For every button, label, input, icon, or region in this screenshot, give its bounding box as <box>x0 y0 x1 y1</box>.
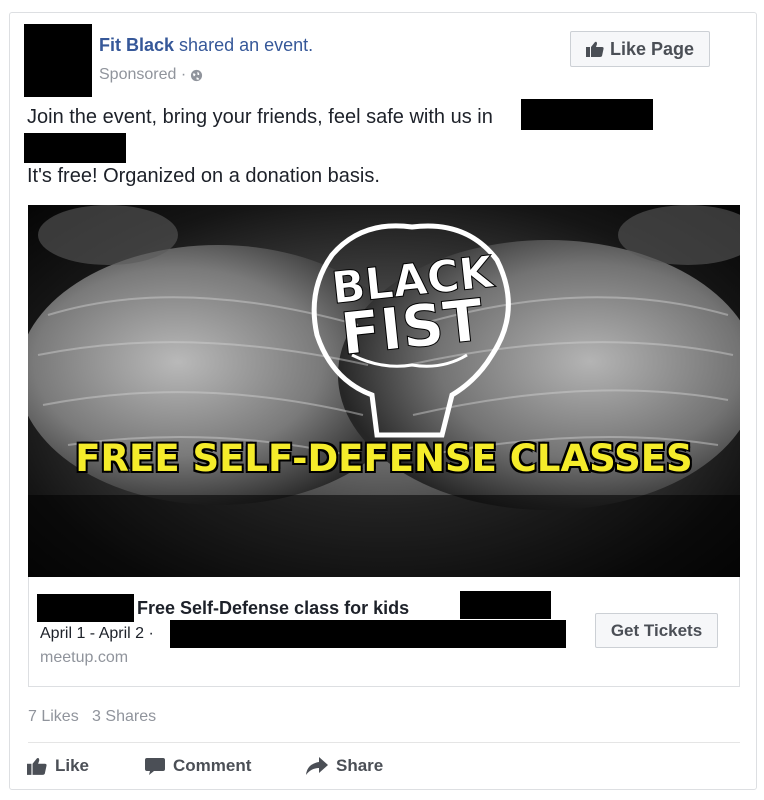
like-page-label: Like Page <box>609 38 695 59</box>
author-name-link[interactable]: Fit Black <box>99 35 174 55</box>
likes-count-link[interactable]: 7 Likes <box>28 708 79 725</box>
sponsored-text[interactable]: Sponsored · <box>99 66 186 84</box>
engagement-stats: 7 Likes 3 Shares <box>28 708 156 726</box>
globe-icon <box>191 69 203 81</box>
post-header: Fit Black shared an event. <box>99 35 313 56</box>
post-text-line: It's free! Organized on a donation basis… <box>27 165 380 187</box>
event-title[interactable]: Free Self-Defense class for kids <box>137 598 409 619</box>
event-cover-image[interactable]: BLACK FIST FREE SELF-DEFENSE CLASSES <box>28 205 740 577</box>
get-tickets-button[interactable]: Get Tickets <box>595 613 718 648</box>
redacted-location <box>521 99 653 130</box>
event-dates: April 1 - April 2 · <box>40 625 154 642</box>
black-fist-logo: BLACK FIST <box>311 223 511 438</box>
thumbs-up-icon <box>585 41 604 57</box>
like-page-button[interactable]: Like Page <box>570 31 710 67</box>
comment-icon <box>145 757 165 775</box>
thumbs-up-icon <box>27 757 47 775</box>
post-text-line: Join the event, bring your friends, feel… <box>27 106 493 128</box>
get-tickets-label: Get Tickets <box>610 620 703 640</box>
comment-button[interactable]: Comment <box>145 756 251 776</box>
comment-label: Comment <box>173 756 252 775</box>
shares-count-link[interactable]: 3 Shares <box>92 708 156 725</box>
share-label: Share <box>336 756 384 775</box>
share-arrow-icon <box>306 757 328 775</box>
like-button[interactable]: Like <box>27 756 89 776</box>
redacted-event-venue <box>170 620 566 648</box>
event-domain: meetup.com <box>40 649 129 666</box>
shared-event-text: shared an event. <box>179 35 314 55</box>
share-button[interactable]: Share <box>306 756 383 776</box>
image-headline: FREE SELF-DEFENSE CLASSES <box>75 437 693 480</box>
like-label: Like <box>55 756 90 775</box>
actions-divider <box>28 742 740 743</box>
redacted-event-suffix <box>460 591 551 619</box>
sponsored-label: Sponsored · <box>99 66 203 84</box>
redacted-event-prefix <box>37 594 134 622</box>
redacted-profile-picture <box>24 24 92 97</box>
redacted-location-continued <box>24 133 126 163</box>
